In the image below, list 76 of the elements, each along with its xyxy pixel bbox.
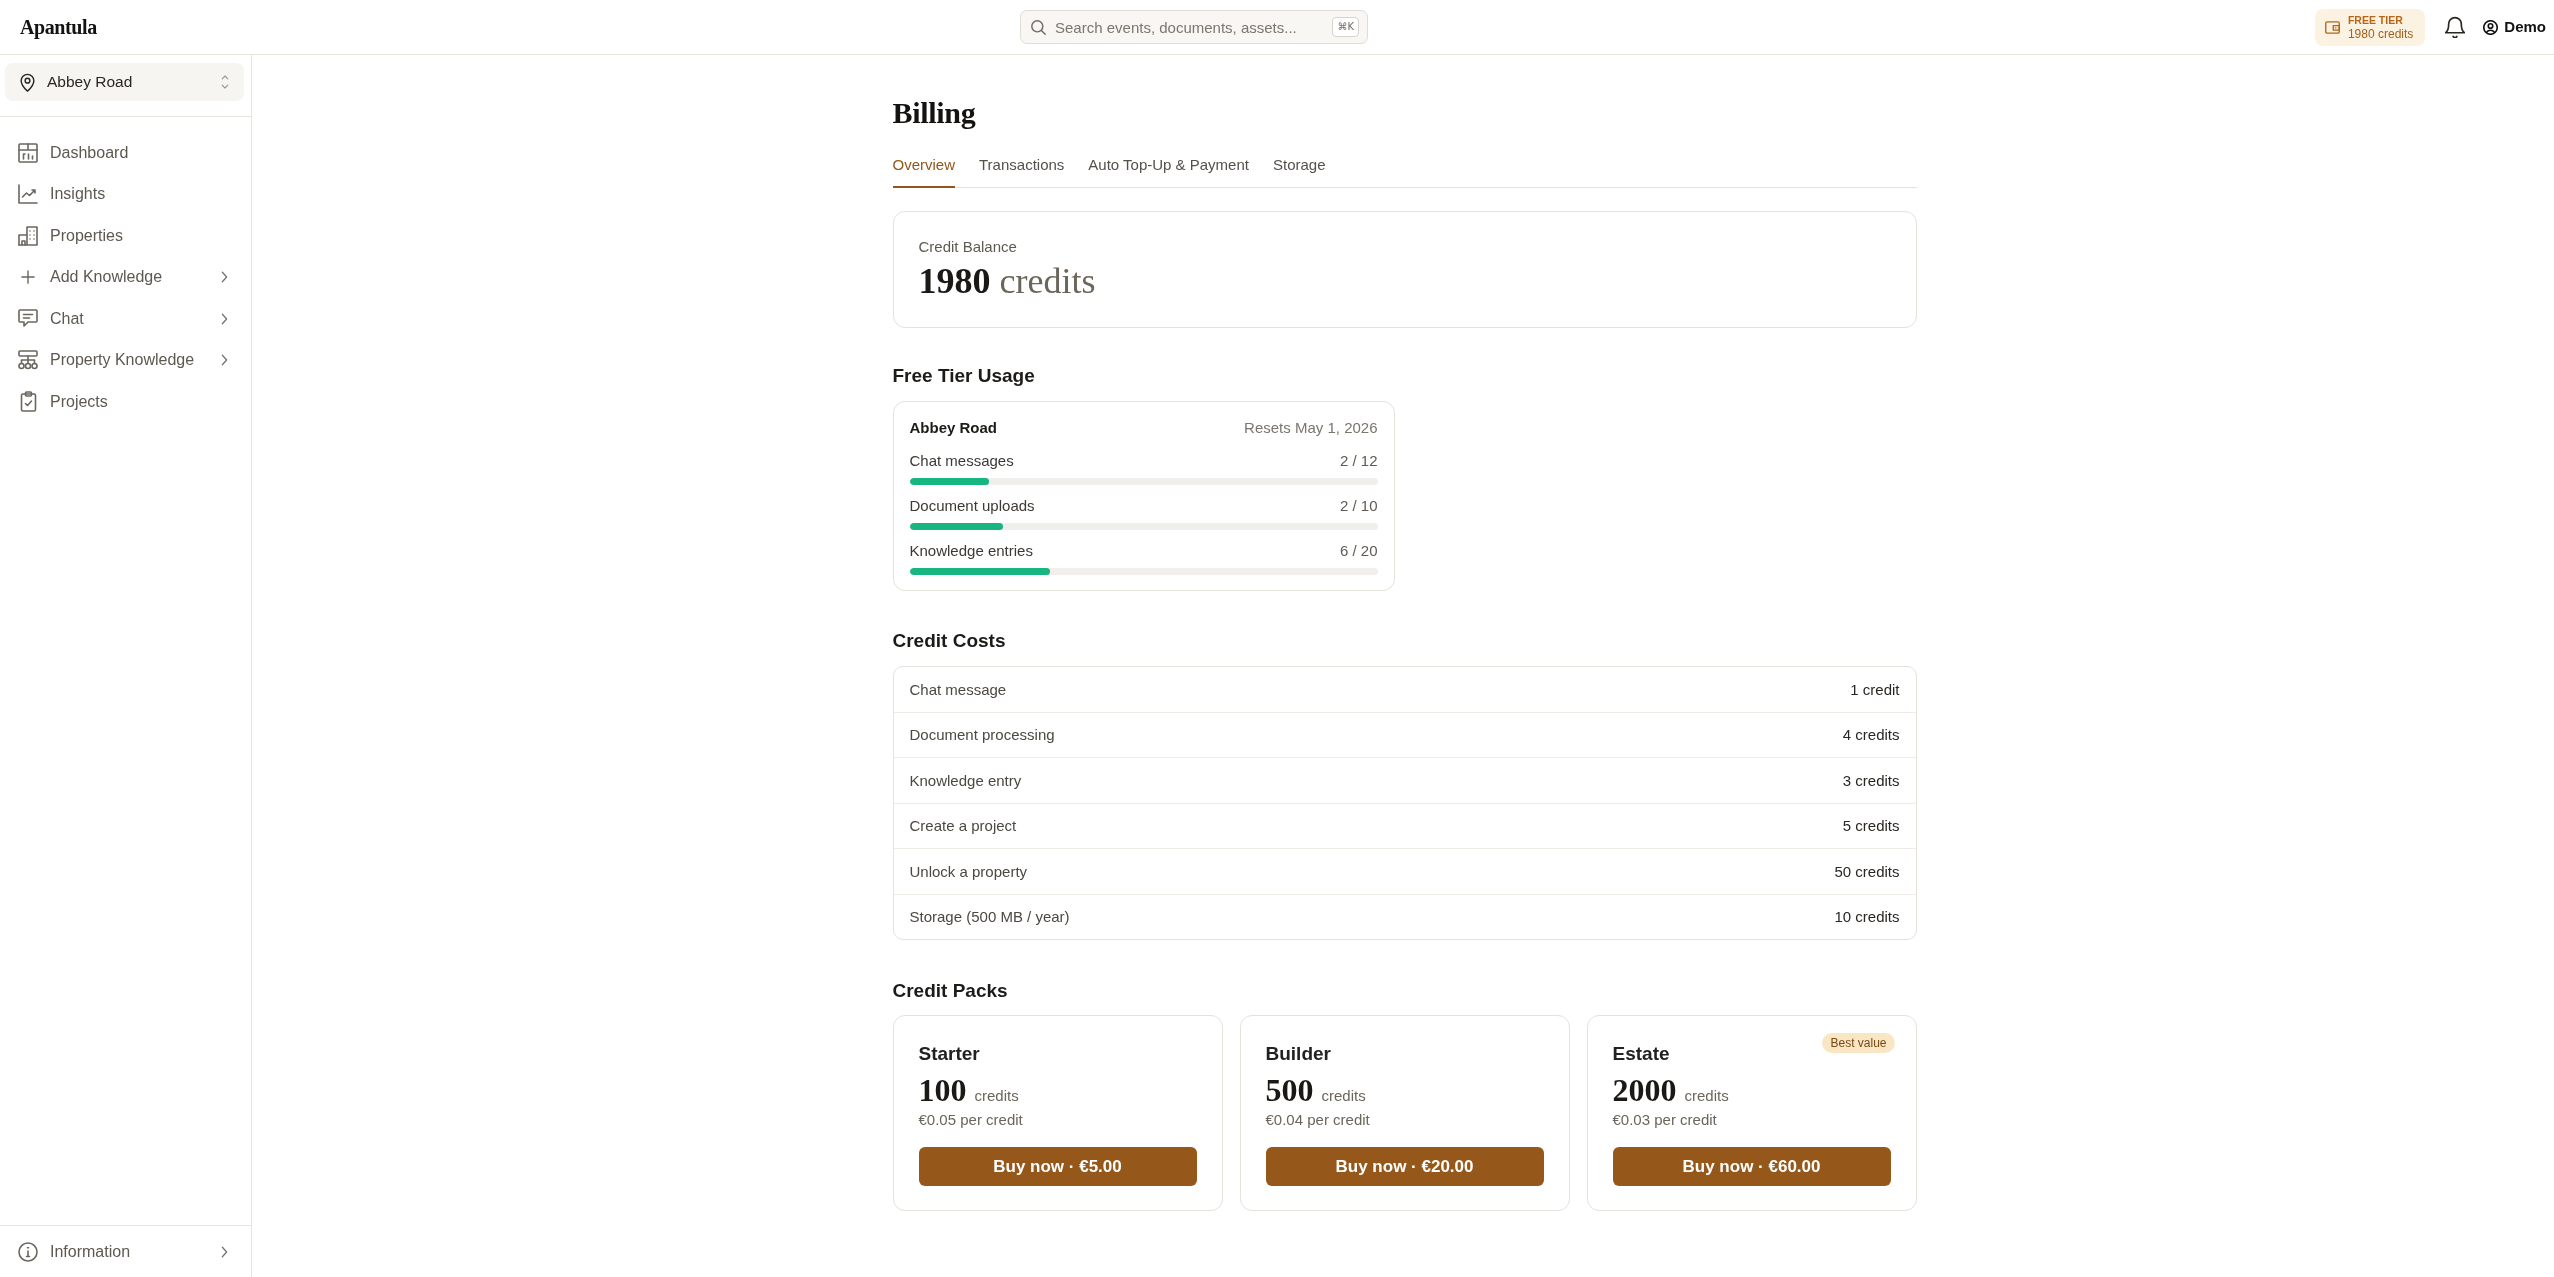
tab[interactable]: Overview: [892, 155, 955, 188]
buy-button[interactable]: Buy now · €5.00: [918, 1147, 1197, 1186]
credit-count: 1980 credits: [2347, 26, 2414, 41]
pack-unit: credits: [1321, 1087, 1366, 1104]
nav-item[interactable]: Properties: [0, 215, 251, 257]
wallet-icon: [2324, 20, 2340, 34]
page-title: Billing: [892, 95, 976, 131]
nav-item[interactable]: Chat: [0, 298, 251, 340]
dashboard-icon: [18, 142, 38, 163]
pack-amount: 500: [1265, 1072, 1314, 1108]
nav-item[interactable]: Projects: [0, 381, 251, 423]
cost-value: 1 credit: [1850, 680, 1900, 698]
cost-value: 5 credits: [1842, 817, 1900, 835]
chat-bubble-icon: [18, 309, 38, 329]
usage-label: Knowledge entries: [909, 541, 1033, 561]
pack-name: Builder: [1265, 1042, 1331, 1066]
pack-amount: 2000: [1612, 1072, 1677, 1108]
bell-icon: [2445, 16, 2466, 38]
info-icon: [18, 1241, 38, 1262]
user-avatar-icon: [2483, 19, 2499, 35]
cost-action: Knowledge entry: [909, 771, 1022, 789]
nav-item[interactable]: Add Knowledge: [0, 256, 251, 298]
buy-button[interactable]: Buy now · €60.00: [1612, 1147, 1891, 1186]
nav-item[interactable]: Insights: [0, 173, 251, 215]
pack-rate: €0.04 per credit: [1265, 1110, 1370, 1130]
cost-action: Unlock a property: [909, 862, 1028, 880]
keyboard-shortcut: ⌘K: [1332, 17, 1359, 37]
cost-value: 4 credits: [1842, 726, 1900, 744]
tab[interactable]: Transactions: [979, 155, 1065, 188]
pack-name: Starter: [918, 1042, 980, 1066]
nav-item[interactable]: Dashboard: [0, 132, 251, 174]
pack-name: Estate: [1612, 1042, 1670, 1066]
pack-rate: €0.05 per credit: [918, 1110, 1023, 1130]
app-logo[interactable]: Apantula: [20, 15, 97, 39]
property-name: Abbey Road: [909, 418, 997, 438]
pack-amount: 100: [918, 1072, 967, 1108]
cost-value: 3 credits: [1842, 771, 1900, 789]
cost-value: 50 credits: [1834, 862, 1900, 880]
usage-reading: 2 / 10: [1339, 496, 1378, 516]
balance-amount: 1980 credits: [918, 260, 1096, 303]
usage-label: Document uploads: [909, 496, 1035, 516]
tab[interactable]: Auto Top-Up & Payment: [1088, 155, 1249, 188]
section-heading: Free Tier Usage: [892, 364, 1035, 388]
pack-unit: credits: [974, 1087, 1019, 1104]
tab[interactable]: Storage: [1273, 155, 1326, 188]
balance-label: Credit Balance: [918, 237, 1017, 257]
location-pin-icon: [20, 72, 35, 92]
section-heading: Credit Packs: [892, 979, 1008, 1003]
plan-badge[interactable]: FREE TIER 1980 credits: [2314, 8, 2426, 46]
pack-rate: €0.03 per credit: [1612, 1110, 1717, 1130]
line-chart-icon: [18, 184, 38, 205]
plan-label: FREE TIER: [2347, 13, 2403, 27]
usage-label: Chat messages: [909, 451, 1014, 471]
cost-action: Storage (500 MB / year): [909, 908, 1070, 926]
search-icon: [1031, 20, 1046, 35]
clipboard-check-icon: [19, 391, 37, 413]
notifications-button[interactable]: [2445, 16, 2466, 38]
nav-item[interactable]: Information: [0, 1226, 251, 1277]
hierarchy-icon: [18, 350, 38, 371]
section-heading: Credit Costs: [892, 629, 1006, 653]
plus-icon: [21, 270, 35, 285]
best-value-badge: Best value: [1822, 1033, 1895, 1053]
buy-button[interactable]: Buy now · €20.00: [1265, 1147, 1544, 1186]
up-down-chevron-icon: [221, 75, 229, 89]
cost-action: Chat message: [909, 680, 1007, 698]
user-menu-button[interactable]: Demo: [2483, 18, 2546, 36]
building-icon: [18, 225, 38, 246]
usage-reading: 6 / 20: [1339, 541, 1378, 561]
location-selector[interactable]: Abbey Road: [5, 63, 244, 101]
cost-value: 10 credits: [1834, 908, 1900, 926]
cost-action: Create a project: [909, 817, 1017, 835]
pack-unit: credits: [1684, 1087, 1729, 1104]
cost-action: Document processing: [909, 726, 1055, 744]
usage-reading: 2 / 12: [1339, 451, 1378, 471]
reset-date: Resets May 1, 2026: [1244, 418, 1378, 438]
nav-item[interactable]: Property Knowledge: [0, 339, 251, 381]
